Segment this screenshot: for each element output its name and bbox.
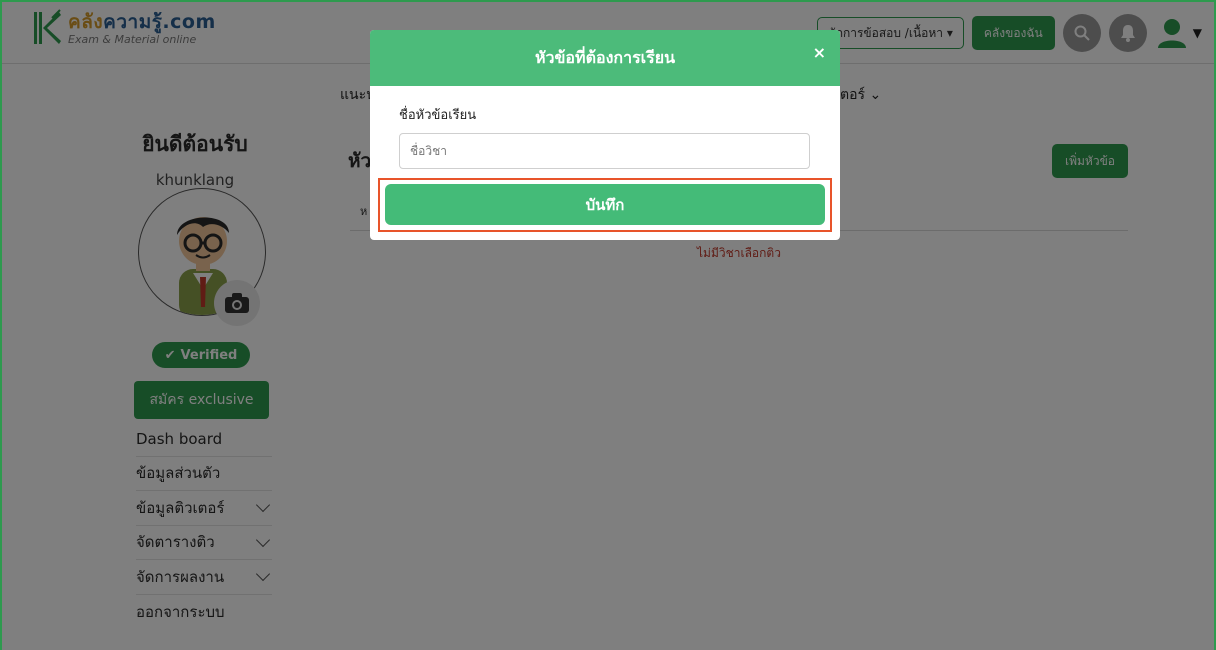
modal-header: หัวข้อที่ต้องการเรียน × [370,30,840,86]
save-button[interactable]: บันทึก [385,184,825,225]
subject-name-input[interactable] [399,133,810,169]
close-icon[interactable]: × [813,43,826,62]
topic-modal: หัวข้อที่ต้องการเรียน × ชื่อหัวข้อเรียน … [370,30,840,240]
modal-title: หัวข้อที่ต้องการเรียน [534,47,676,67]
topic-name-label: ชื่อหัวข้อเรียน [399,108,477,123]
